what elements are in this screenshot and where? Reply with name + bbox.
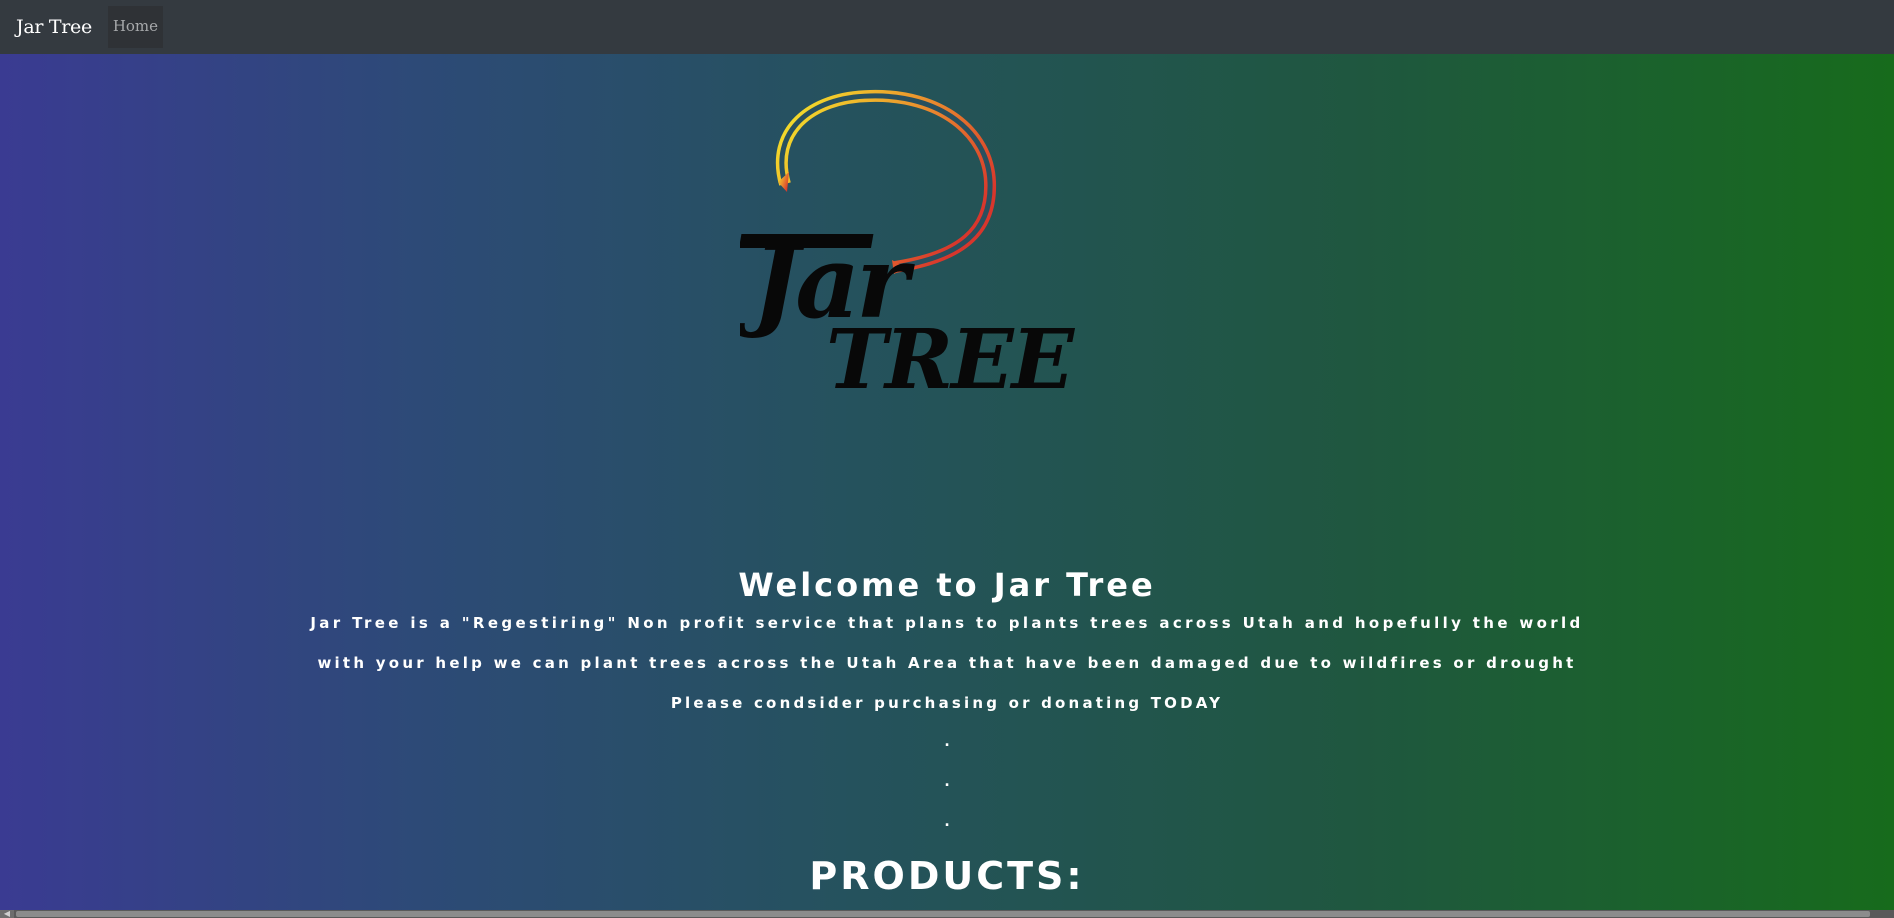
separator-dot: .	[944, 814, 950, 830]
top-navbar: Jar Tree Home	[0, 0, 1894, 54]
logo-j-bar	[740, 234, 874, 248]
logo-word-tree: TREE	[826, 312, 1076, 408]
horizontal-scrollbar[interactable]: ◀	[0, 910, 1894, 918]
nav-home-link[interactable]: Home	[107, 6, 163, 48]
products-heading: PRODUCTS:	[809, 854, 1085, 898]
scrollbar-thumb[interactable]	[16, 911, 1870, 917]
intro-text-line-3: Please condsider purchasing or donating …	[670, 694, 1224, 712]
intro-text-line-1: Jar Tree is a "Regestiring" Non profit s…	[310, 614, 1584, 632]
separator-dot: .	[944, 734, 950, 750]
intro-text-line-2: with your help we can plant trees across…	[317, 654, 1577, 672]
separator-dot: .	[944, 774, 950, 790]
navbar-brand[interactable]: Jar Tree	[16, 16, 92, 38]
jar-tree-logo: Jar TREE	[740, 89, 1078, 408]
scroll-left-arrow-icon[interactable]: ◀	[0, 910, 14, 918]
welcome-heading: Welcome to Jar Tree	[738, 566, 1156, 604]
hero-section: Jar TREE Welcome to Jar Tree Jar Tree is…	[0, 54, 1894, 910]
